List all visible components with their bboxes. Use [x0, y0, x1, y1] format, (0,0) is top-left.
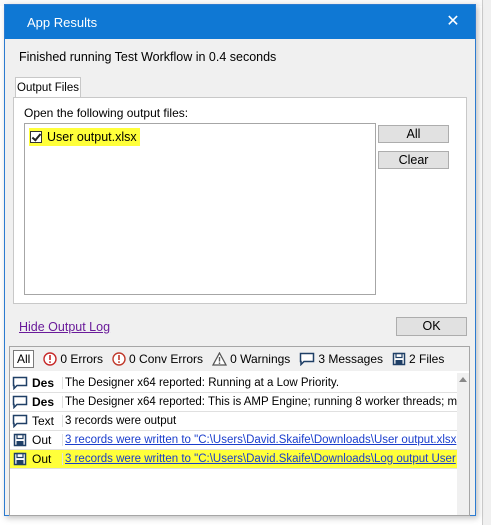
ok-button[interactable]: OK	[396, 317, 467, 336]
log-type: Des	[32, 376, 55, 390]
tab-output-files[interactable]: Output Files	[15, 77, 81, 98]
error-icon	[43, 352, 58, 366]
filter-warnings-button[interactable]: 0 Warnings	[212, 349, 290, 369]
title-bar: App Results ✕	[5, 5, 475, 39]
message-icon	[10, 414, 30, 428]
log-filter-bar: All 0 Errors 0 Conv Errors 0 Warnings 3 …	[10, 347, 469, 371]
log-type: Des	[32, 395, 55, 409]
filter-files-button[interactable]: 2 Files	[392, 349, 444, 369]
log-scrollbar[interactable]	[457, 373, 469, 515]
log-type: Text	[32, 414, 55, 428]
filter-files-label: 2 Files	[409, 352, 445, 366]
table-row[interactable]: Text 3 records were output	[10, 412, 457, 431]
file-checkbox[interactable]	[30, 131, 42, 143]
file-icon	[10, 452, 30, 466]
output-file-link[interactable]: 3 records were written to "C:\Users\Davi…	[62, 453, 457, 465]
dialog-title: App Results	[27, 15, 98, 30]
filter-errors-button[interactable]: 0 Errors	[43, 349, 103, 369]
filter-conv-errors-button[interactable]: 0 Conv Errors	[112, 349, 203, 369]
table-row[interactable]: Des The Designer x64 reported: Running a…	[10, 374, 457, 393]
list-item[interactable]: User output.xlsx	[29, 128, 140, 146]
log-message: The Designer x64 reported: Running at a …	[62, 377, 457, 389]
message-icon	[299, 352, 315, 366]
warning-icon	[212, 352, 228, 366]
filter-messages-label: 3 Messages	[318, 352, 384, 366]
app-results-dialog: App Results ✕ Finished running Test Work…	[4, 4, 476, 516]
log-message: The Designer x64 reported: This is AMP E…	[62, 396, 457, 408]
clear-button[interactable]: Clear	[378, 151, 449, 169]
hide-output-log-link[interactable]: Hide Output Log	[19, 320, 110, 334]
log-type: Out	[32, 433, 52, 447]
file-icon	[10, 433, 30, 447]
close-button[interactable]: ✕	[431, 5, 475, 39]
output-files-label: Open the following output files:	[24, 106, 189, 120]
select-all-button[interactable]: All	[378, 125, 449, 143]
filter-errors-label: 0 Errors	[60, 352, 104, 366]
scroll-up-icon[interactable]	[459, 377, 467, 382]
message-icon	[10, 395, 30, 409]
background-window-edge	[482, 0, 491, 525]
output-file-link[interactable]: 3 records were written to "C:\Users\Davi…	[62, 434, 457, 446]
file-name: User output.xlsx	[47, 130, 137, 144]
file-icon	[392, 352, 406, 366]
table-row[interactable]: Des The Designer x64 reported: This is A…	[10, 393, 457, 412]
filter-all-button[interactable]: All	[13, 350, 35, 368]
filter-conv-errors-label: 0 Conv Errors	[129, 352, 204, 366]
output-file-list: User output.xlsx	[24, 123, 376, 295]
message-icon	[10, 376, 30, 390]
filter-warnings-label: 0 Warnings	[230, 352, 291, 366]
log-message: 3 records were output	[62, 415, 457, 427]
log-type: Out	[32, 452, 52, 466]
output-log-panel: All 0 Errors 0 Conv Errors 0 Warnings 3 …	[9, 346, 470, 516]
table-row[interactable]: Out 3 records were written to "C:\Users\…	[10, 450, 457, 469]
run-status-text: Finished running Test Workflow in 0.4 se…	[19, 50, 277, 64]
table-row[interactable]: Out 3 records were written to "C:\Users\…	[10, 431, 457, 450]
conversion-error-icon	[112, 352, 126, 366]
filter-messages-button[interactable]: 3 Messages	[299, 349, 383, 369]
